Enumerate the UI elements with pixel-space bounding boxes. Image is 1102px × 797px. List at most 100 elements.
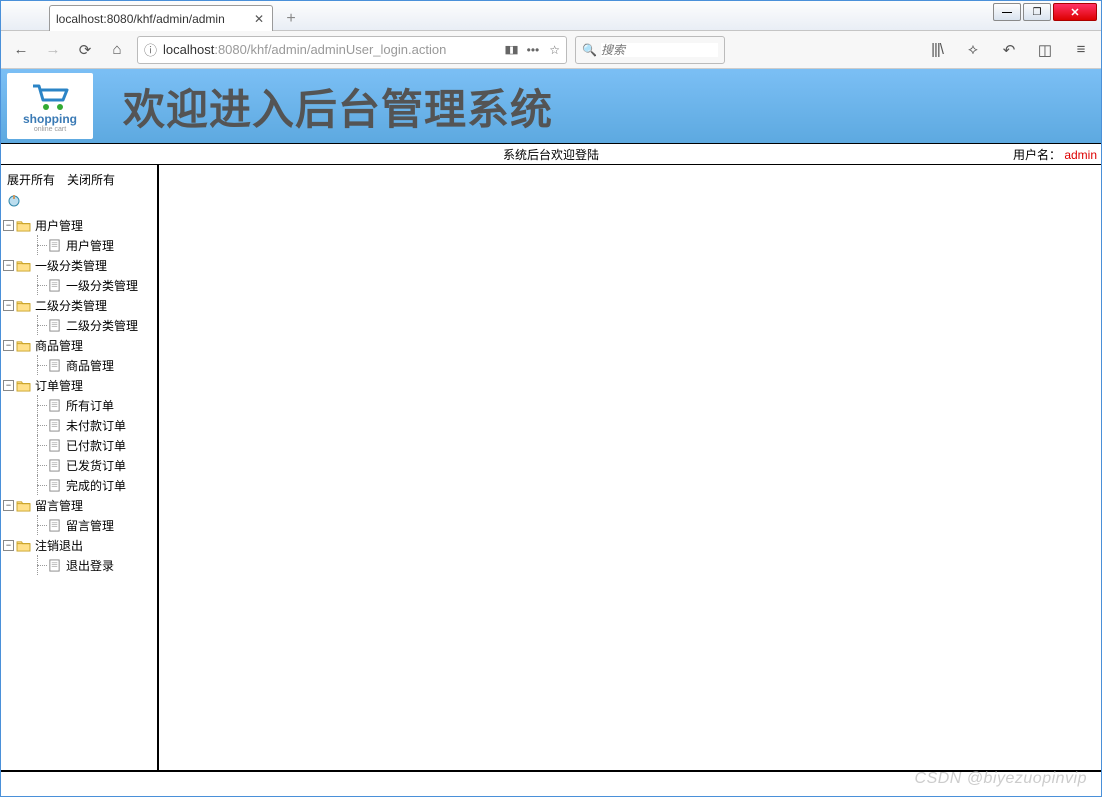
url-text: localhost:8080/khf/admin/adminUser_login… (163, 42, 446, 57)
url-bar[interactable]: ⓘ localhost:8080/khf/admin/adminUser_log… (137, 36, 567, 64)
tree-item[interactable]: 完成的订单 (3, 475, 155, 495)
page-icon (47, 439, 62, 452)
collapse-icon[interactable]: − (3, 500, 14, 511)
minimize-button[interactable] (993, 3, 1021, 21)
home-icon[interactable]: ⌂ (105, 38, 129, 62)
tree-folder-label: 用户管理 (35, 217, 83, 234)
tree-folder[interactable]: − 商品管理 (3, 335, 155, 355)
folder-icon (16, 539, 31, 552)
folder-icon (16, 499, 31, 512)
undo-icon[interactable]: ↶ (997, 38, 1021, 62)
tree-folder[interactable]: − 二级分类管理 (3, 295, 155, 315)
tree-root-icon (7, 194, 155, 211)
search-input[interactable] (601, 43, 718, 57)
page-icon (47, 419, 62, 432)
collapse-icon[interactable]: − (3, 260, 14, 271)
expand-all-link[interactable]: 展开所有 (7, 171, 55, 188)
collapse-icon[interactable]: − (3, 380, 14, 391)
collapse-icon[interactable]: − (3, 340, 14, 351)
logo-subtitle: online cart (34, 126, 66, 133)
search-bar[interactable]: 🔍 (575, 36, 725, 64)
page-title: 欢迎进入后台管理系统 (123, 76, 553, 137)
tree-item[interactable]: 已付款订单 (3, 435, 155, 455)
browser-toolbar: ← → ⟳ ⌂ ⓘ localhost:8080/khf/admin/admin… (1, 31, 1101, 69)
library-icon[interactable]: |||\ (925, 38, 949, 62)
toolbar-right-buttons: |||\ ⟡ ↶ ◫ ≡ (925, 38, 1093, 62)
reader-icon[interactable]: ▮▯▮ (504, 43, 516, 57)
tree-folder-label: 商品管理 (35, 337, 83, 354)
status-user: 用户名： admin (1013, 146, 1097, 163)
collapse-icon[interactable]: − (3, 540, 14, 551)
window-controls (993, 3, 1097, 21)
info-icon[interactable]: ⓘ (144, 40, 157, 59)
collapse-icon[interactable]: − (3, 220, 14, 231)
tree-item[interactable]: 一级分类管理 (3, 275, 155, 295)
tree-item[interactable]: 商品管理 (3, 355, 155, 375)
tree-line (31, 555, 45, 575)
tree-item-label: 完成的订单 (66, 477, 126, 494)
tree-folder-label: 订单管理 (35, 377, 83, 394)
maximize-button[interactable] (1023, 3, 1051, 21)
nav-tree: −用户管理用户管理−一级分类管理一级分类管理−二级分类管理二级分类管理−商品管理… (3, 215, 155, 575)
page-icon (47, 399, 62, 412)
tree-line (31, 315, 45, 335)
tree-item[interactable]: 未付款订单 (3, 415, 155, 435)
folder-icon (16, 219, 31, 232)
tree-item-label: 用户管理 (66, 237, 114, 254)
more-icon[interactable]: ••• (527, 43, 540, 57)
user-label: 用户名： (1013, 148, 1061, 162)
tree-item[interactable]: 留言管理 (3, 515, 155, 535)
sidebar-icon[interactable]: ◫ (1033, 38, 1057, 62)
tree-item[interactable]: 所有订单 (3, 395, 155, 415)
bookmark-icon[interactable]: ☆ (549, 43, 560, 57)
tree-folder-label: 二级分类管理 (35, 297, 107, 314)
page-icon (47, 479, 62, 492)
page-icon (47, 519, 62, 532)
tree-folder[interactable]: − 订单管理 (3, 375, 155, 395)
collapse-all-link[interactable]: 关闭所有 (67, 171, 115, 188)
logo-text: shopping (23, 112, 77, 126)
tree-item-label: 所有订单 (66, 397, 114, 414)
screenshot-icon[interactable]: ⟡ (961, 38, 985, 62)
tree-item-label: 未付款订单 (66, 417, 126, 434)
close-window-button[interactable] (1053, 3, 1097, 21)
tree-item-label: 已发货订单 (66, 457, 126, 474)
window-titlebar: localhost:8080/khf/admin/admin ✕ + (1, 1, 1101, 31)
cart-icon (29, 80, 71, 112)
forward-icon: → (41, 38, 65, 62)
watermark: CSDN @biyezuopinvip (915, 770, 1087, 788)
new-tab-button[interactable]: + (281, 9, 301, 29)
content-pane (159, 165, 1101, 770)
tree-line (31, 235, 45, 255)
tree-line (31, 275, 45, 295)
collapse-icon[interactable]: − (3, 300, 14, 311)
tree-item-label: 退出登录 (66, 557, 114, 574)
folder-icon (16, 339, 31, 352)
tree-folder[interactable]: − 注销退出 (3, 535, 155, 555)
back-icon[interactable]: ← (9, 38, 33, 62)
tree-item[interactable]: 退出登录 (3, 555, 155, 575)
tree-folder-label: 注销退出 (35, 537, 83, 554)
user-name: admin (1064, 148, 1097, 162)
search-icon: 🔍 (582, 43, 597, 57)
site-logo: shopping online cart (7, 73, 93, 139)
tree-controls: 展开所有 关闭所有 (3, 169, 155, 192)
page-icon (47, 459, 62, 472)
browser-tab[interactable]: localhost:8080/khf/admin/admin ✕ (49, 5, 273, 31)
tree-item[interactable]: 用户管理 (3, 235, 155, 255)
reload-icon[interactable]: ⟳ (73, 38, 97, 62)
page-icon (47, 559, 62, 572)
close-icon[interactable]: ✕ (252, 12, 266, 26)
tree-folder[interactable]: −一级分类管理 (3, 255, 155, 275)
tree-item[interactable]: 二级分类管理 (3, 315, 155, 335)
page-icon (47, 319, 62, 332)
menu-icon[interactable]: ≡ (1069, 38, 1093, 62)
tree-folder[interactable]: − 用户管理 (3, 215, 155, 235)
folder-icon (16, 259, 31, 272)
page-banner: shopping online cart 欢迎进入后台管理系统 (1, 69, 1101, 143)
status-bar: 系统后台欢迎登陆 用户名： admin (1, 143, 1101, 165)
sidebar: 展开所有 关闭所有 −用户管理用户管理−一级分类管理一级分类管理−二级分类管理二… (1, 165, 159, 770)
tree-item[interactable]: 已发货订单 (3, 455, 155, 475)
page-icon (47, 239, 62, 252)
tree-folder[interactable]: −留言管理 (3, 495, 155, 515)
